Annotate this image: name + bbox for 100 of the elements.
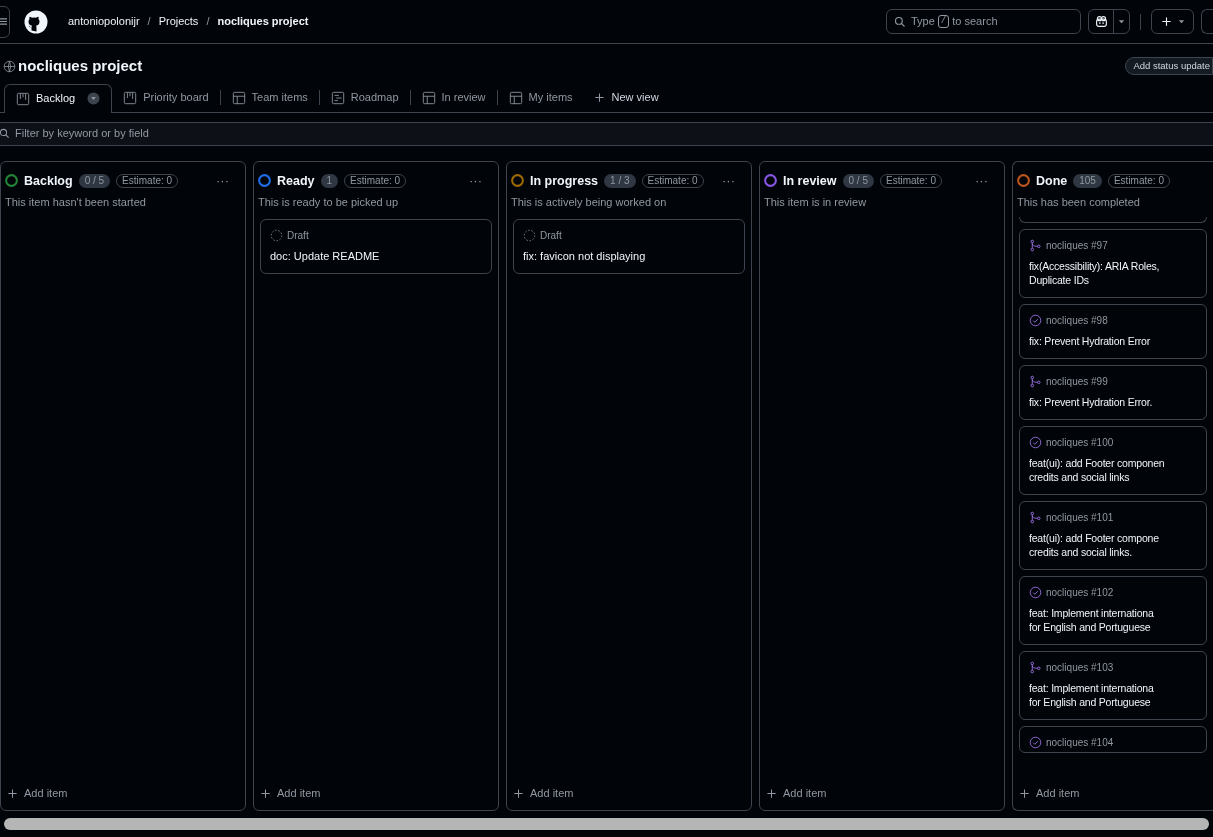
card[interactable]: Draft fix: favicon not displaying — [513, 218, 745, 274]
breadcrumb-separator: / — [206, 14, 210, 30]
add-item-button[interactable]: Add item — [254, 777, 498, 810]
view-tab[interactable]: My items — [497, 83, 584, 112]
add-item-button[interactable]: Add item — [507, 777, 751, 810]
plus-icon — [1160, 16, 1172, 27]
breadcrumb-separator: / — [147, 14, 151, 30]
merge-icon — [1029, 510, 1042, 524]
view-tab[interactable]: Priority board — [112, 83, 220, 112]
card-meta: nocliques #103 — [1046, 660, 1114, 675]
add-item-button[interactable]: Add item — [760, 777, 1004, 810]
column-title: In progress — [530, 172, 599, 190]
card[interactable]: nocliques #97 fix(Accessibility): ARIA Roles, Duplicate IDs — [1019, 228, 1207, 298]
roadmap-icon — [330, 90, 345, 105]
card[interactable]: nocliques #100 feat(ui): add Footer componen credits and social links — [1019, 425, 1207, 495]
new-view-button[interactable]: New view — [583, 83, 669, 112]
view-tab[interactable]: Backlog — [4, 83, 113, 113]
caret-icon[interactable] — [87, 92, 101, 105]
horizontal-scrollbar[interactable] — [4, 817, 1209, 830]
item-count: 0 / 5 — [78, 173, 111, 188]
check-circle-icon — [1029, 585, 1042, 599]
card[interactable]: nocliques #102 feat: Implement internationa for English and Portuguese — [1019, 575, 1207, 645]
card[interactable]: nocliques #98 fix: Prevent Hydration Error — [1019, 303, 1207, 359]
card-title[interactable]: feat: Implement internationa for English and Portuguese — [1029, 680, 1197, 709]
check-circle-icon — [1029, 735, 1042, 749]
card-meta: nocliques #99 — [1046, 374, 1108, 389]
octocat-logo-icon[interactable] — [24, 9, 48, 34]
item-count: 1 / 3 — [604, 173, 636, 188]
card-meta: nocliques #97 — [1046, 238, 1108, 253]
check-circle-icon — [1029, 435, 1042, 449]
merge-icon — [1029, 238, 1042, 252]
column-menu-button[interactable]: ··· — [469, 174, 482, 188]
view-tab[interactable]: In review — [410, 83, 497, 112]
search-icon — [894, 15, 906, 28]
column-description: This has been completed — [1017, 195, 1141, 211]
create-new-button[interactable] — [1151, 9, 1194, 34]
add-status-update-button[interactable]: Add status update — [1125, 57, 1213, 76]
plus-icon — [513, 787, 524, 799]
card-title[interactable]: fix: favicon not displaying — [523, 248, 735, 263]
plus-icon — [1019, 787, 1030, 799]
card[interactable]: nocliques #99 fix: Prevent Hydration Error. — [1019, 364, 1207, 420]
column-description: This is actively being worked on — [511, 195, 668, 211]
column-description: This item is in review — [764, 195, 868, 211]
merge-icon — [1029, 374, 1042, 388]
column-title: In review — [783, 172, 837, 190]
card-meta: nocliques #100 — [1046, 435, 1114, 450]
card[interactable]: nocliques #104 — [1019, 725, 1207, 753]
card-title[interactable]: fix: Prevent Hydration Error. — [1029, 394, 1197, 409]
card-meta: nocliques #101 — [1046, 510, 1114, 525]
card[interactable]: nocliques #101 feat(ui): add Footer compone credits and social links. — [1019, 500, 1207, 570]
card[interactable]: Draft doc: Update README — [260, 218, 492, 274]
search-field[interactable]: Type / to search — [886, 9, 1081, 34]
menu-icon — [0, 17, 7, 26]
board-icon — [123, 90, 138, 105]
check-circle-icon — [1029, 313, 1042, 327]
breadcrumb-link[interactable]: antoniopolonijr — [68, 13, 140, 30]
globe-icon — [3, 59, 16, 73]
card-meta: Draft — [287, 228, 309, 243]
column-menu-button[interactable]: ··· — [975, 174, 988, 188]
card[interactable]: nocliques #103 feat: Implement internationa for English and Portuguese — [1019, 650, 1207, 720]
column-title: Done — [1036, 172, 1068, 190]
table-icon — [508, 90, 523, 105]
column-title: Ready — [277, 172, 315, 190]
board-icon — [16, 91, 30, 106]
column-description: This item hasn't been started — [5, 195, 147, 211]
plus-icon — [7, 787, 18, 799]
card-title[interactable]: feat: Implement internationa for English and Portuguese — [1029, 605, 1197, 634]
card-title[interactable]: doc: Update README — [270, 248, 482, 263]
card-title[interactable]: fix: Prevent Hydration Error — [1029, 333, 1197, 348]
card-meta: nocliques #104 — [1046, 735, 1114, 750]
plus-icon — [593, 92, 605, 103]
add-item-button[interactable]: Add item — [1, 777, 245, 810]
plus-icon — [766, 787, 777, 799]
card-meta: nocliques #98 — [1046, 313, 1108, 328]
column-menu-button[interactable]: ··· — [216, 174, 229, 188]
view-tab[interactable]: Team items — [220, 83, 319, 112]
column-menu-button[interactable]: ··· — [722, 174, 735, 188]
breadcrumb-link[interactable]: Projects — [158, 13, 199, 30]
dashed-circle-icon — [270, 228, 283, 242]
item-count: 105 — [1073, 173, 1102, 188]
view-tab[interactable]: Roadmap — [319, 83, 410, 112]
card-title[interactable]: feat(ui): add Footer componen credits and social links — [1029, 455, 1197, 484]
item-count: 0 / 5 — [842, 173, 874, 188]
dashed-circle-icon — [523, 228, 536, 242]
filter-field[interactable]: Filter by keyword or by field — [0, 121, 1213, 146]
caret-icon — [1177, 18, 1185, 25]
plus-icon — [260, 787, 271, 799]
table-icon — [421, 90, 436, 105]
card-title[interactable]: feat(ui): add Footer compone credits and social links. — [1029, 530, 1197, 559]
card-meta: nocliques #102 — [1046, 585, 1114, 600]
card-title[interactable]: fix(Accessibility): ARIA Roles, Duplicate IDs — [1029, 258, 1197, 287]
breadcrumb-link[interactable]: nocliques project — [217, 13, 309, 30]
copilot-icon — [1094, 15, 1108, 28]
project-title: nocliques project — [18, 56, 143, 76]
card-meta: Draft — [540, 228, 562, 243]
search-icon — [0, 128, 10, 139]
table-icon — [231, 90, 246, 105]
column-title: Backlog — [24, 172, 73, 190]
caret-icon — [1118, 18, 1125, 25]
add-item-button[interactable]: Add item — [1013, 777, 1213, 810]
